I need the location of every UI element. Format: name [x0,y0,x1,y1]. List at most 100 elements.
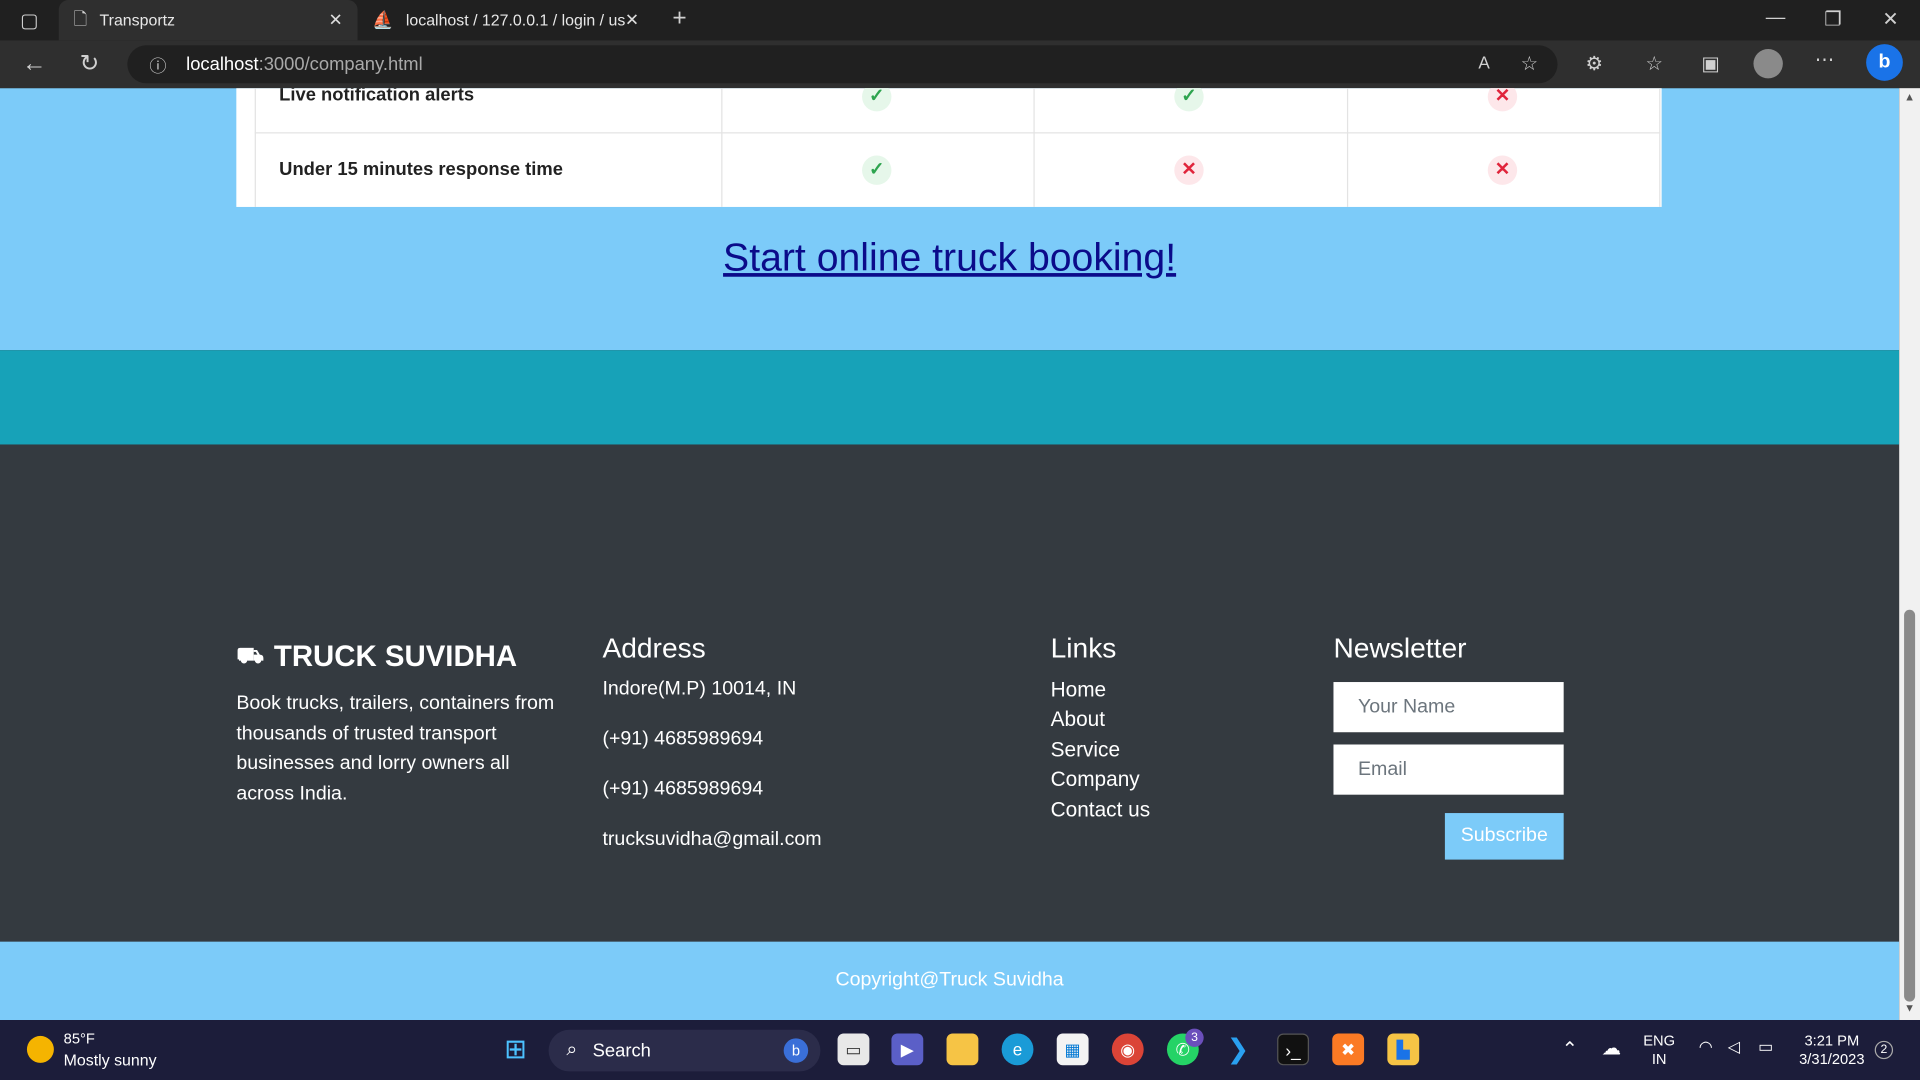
weather-temp[interactable]: 85°F [64,1030,95,1047]
site-info-icon[interactable]: ⓘ [147,54,169,78]
tray-overflow-icon[interactable]: ⌃ [1560,1037,1580,1061]
address-line: Indore(M.P) 10014, IN [602,678,797,700]
battery-icon[interactable]: ▭ [1753,1037,1777,1057]
url-host: localhost [186,53,259,75]
bing-icon: b [783,1038,809,1063]
search-label: Search [592,1040,651,1062]
brand-name: TRUCK SUVIDHA [273,640,518,674]
phone-line: (+91) 4685989694 [602,778,764,800]
search-icon: ⌕ [566,1039,578,1061]
name-input[interactable]: Your Name [1333,682,1564,733]
restore-icon[interactable]: ❐ [1821,7,1845,31]
phpmyadmin-icon: ⛵ [372,9,394,30]
vscode-icon[interactable]: ❯ [1222,1033,1254,1065]
scroll-up-icon[interactable]: ▲ [1903,91,1916,103]
teal-band [0,350,1900,445]
cross-icon: ✕ [1487,155,1518,185]
tab-actions-icon[interactable]: ▢ [17,9,41,33]
tab-transportz[interactable]: 🗋 Transportz ✕ [58,0,358,41]
feature-label: Live notification alerts [279,88,475,106]
copyright-bar: Copyright@Truck Suvidha [0,941,1900,1020]
feature-label: Under 15 minutes response time [279,159,563,180]
wifi-icon[interactable]: ◠ [1695,1037,1717,1057]
xampp-icon[interactable]: ✖ [1332,1033,1365,1066]
task-view-icon[interactable]: ▭ [837,1033,870,1066]
volume-icon[interactable]: ◁ [1723,1037,1745,1057]
terminal-icon[interactable]: ›_ [1277,1033,1309,1066]
table-row: Live notification alerts ✓ ✓ ✕ [254,88,1661,134]
profile-icon[interactable] [1753,48,1783,79]
footer-link-contact[interactable]: Contact us [1051,798,1151,822]
cross-icon: ✕ [1487,88,1518,112]
collections-icon[interactable]: ▣ [1697,51,1724,75]
back-icon[interactable]: ← [21,50,48,78]
taskbar: 85°F Mostly sunny ⊞ ⌕ Search b ▭ ▶ e ▦ ◉… [0,1020,1920,1080]
footer-link-company[interactable]: Company [1051,768,1140,792]
clock-time: 3:21 PM [1804,1032,1860,1050]
lang-bottom: IN [1651,1050,1667,1068]
page-icon: 🗋 [73,7,88,28]
bing-chat-icon[interactable]: b [1866,44,1903,81]
taskbar-search[interactable]: ⌕ Search b [548,1029,821,1072]
scrollbar-thumb[interactable] [1904,609,1916,1002]
store-icon[interactable]: ▦ [1056,1033,1089,1066]
extensions-icon[interactable]: ⚙ [1581,51,1608,75]
tab-title: Transportz [99,11,176,30]
edge-icon[interactable]: e [1001,1033,1034,1066]
more-menu-icon[interactable]: ⋯ [1811,48,1838,72]
browser-toolbar: ← ↻ ⓘ localhost:3000/company.html A ☆ ⚙ … [0,40,1920,89]
address-bar[interactable]: ⓘ localhost:3000/company.html A ☆ [127,45,1558,84]
email-line: trucksuvidha@gmail.com [602,828,822,850]
close-tab-icon[interactable]: ✕ [328,10,342,31]
browser-tab-bar: ▢ 🗋 Transportz ✕ ⛵ localhost / 127.0.0.1… [0,0,1920,41]
email-input[interactable]: Email [1333,744,1564,795]
clock-date: 3/31/2023 [1799,1050,1865,1068]
page-viewport: Live notification alerts ✓ ✓ ✕ Under 15 … [0,88,1900,1020]
truck-icon: ⛟ [236,642,265,668]
tab-title: localhost / 127.0.0.1 / login / use [405,11,627,30]
url-path: :3000/company.html [258,53,423,75]
close-tab-icon[interactable]: ✕ [625,10,639,31]
links-heading: Links [1050,631,1117,664]
check-icon: ✓ [862,155,892,185]
notification-badge[interactable]: 2 [1874,1040,1894,1060]
add-favorite-icon[interactable]: ☆ [1517,51,1541,75]
phone-line: (+91) 4685989694 [602,728,764,750]
lang-top: ENG [1643,1032,1676,1050]
footer-link-service[interactable]: Service [1051,738,1120,762]
page-scrollbar[interactable]: ▲ ▼ [1899,88,1920,1020]
cross-icon: ✕ [1174,155,1204,185]
footer-brand: ⛟ TRUCK SUVIDHA [236,640,517,674]
about-text: Book trucks, trailers, containers from t… [236,693,555,804]
footer-link-about[interactable]: About [1051,708,1105,732]
notes-app-icon[interactable]: ▙ [1387,1033,1420,1066]
weather-desc[interactable]: Mostly sunny [64,1051,157,1069]
language-indicator[interactable]: ENG IN [1638,1032,1680,1069]
pricing-section: Live notification alerts ✓ ✓ ✕ Under 15 … [0,88,1900,351]
onedrive-icon[interactable]: ☁ [1598,1036,1625,1060]
tab-phpmyadmin[interactable]: ⛵ localhost / 127.0.0.1 / login / use ✕ [362,0,653,40]
table-row: Under 15 minutes response time ✓ ✕ ✕ [255,133,1661,206]
close-window-icon[interactable]: ✕ [1878,7,1902,31]
comparison-table: Live notification alerts ✓ ✓ ✕ Under 15 … [236,88,1662,207]
teams-icon[interactable]: ▶ [891,1033,924,1066]
clock[interactable]: 3:21 PM 3/31/2023 [1790,1032,1873,1069]
new-tab-icon[interactable]: + [666,5,693,33]
file-explorer-icon[interactable] [946,1033,979,1066]
address-heading: Address [602,631,706,664]
whatsapp-badge: 3 [1185,1028,1204,1047]
minimize-icon[interactable]: — [1763,7,1787,29]
subscribe-button[interactable]: Subscribe [1444,813,1564,860]
favorites-icon[interactable]: ☆ [1641,51,1668,75]
read-aloud-icon[interactable]: A [1472,53,1496,73]
weather-sun-icon[interactable] [26,1035,54,1063]
footer-link-home[interactable]: Home [1051,678,1107,702]
windows-start-icon[interactable]: ⊞ [500,1033,532,1065]
start-booking-link[interactable]: Start online truck booking! [0,235,1899,280]
scroll-down-icon[interactable]: ▼ [1903,1002,1916,1014]
refresh-icon[interactable]: ↻ [76,50,103,78]
footer: ⛟ TRUCK SUVIDHA Book trucks, trailers, c… [0,444,1900,942]
chrome-icon[interactable]: ◉ [1111,1033,1144,1066]
newsletter-heading: Newsletter [1333,631,1467,664]
check-icon: ✓ [862,88,892,112]
